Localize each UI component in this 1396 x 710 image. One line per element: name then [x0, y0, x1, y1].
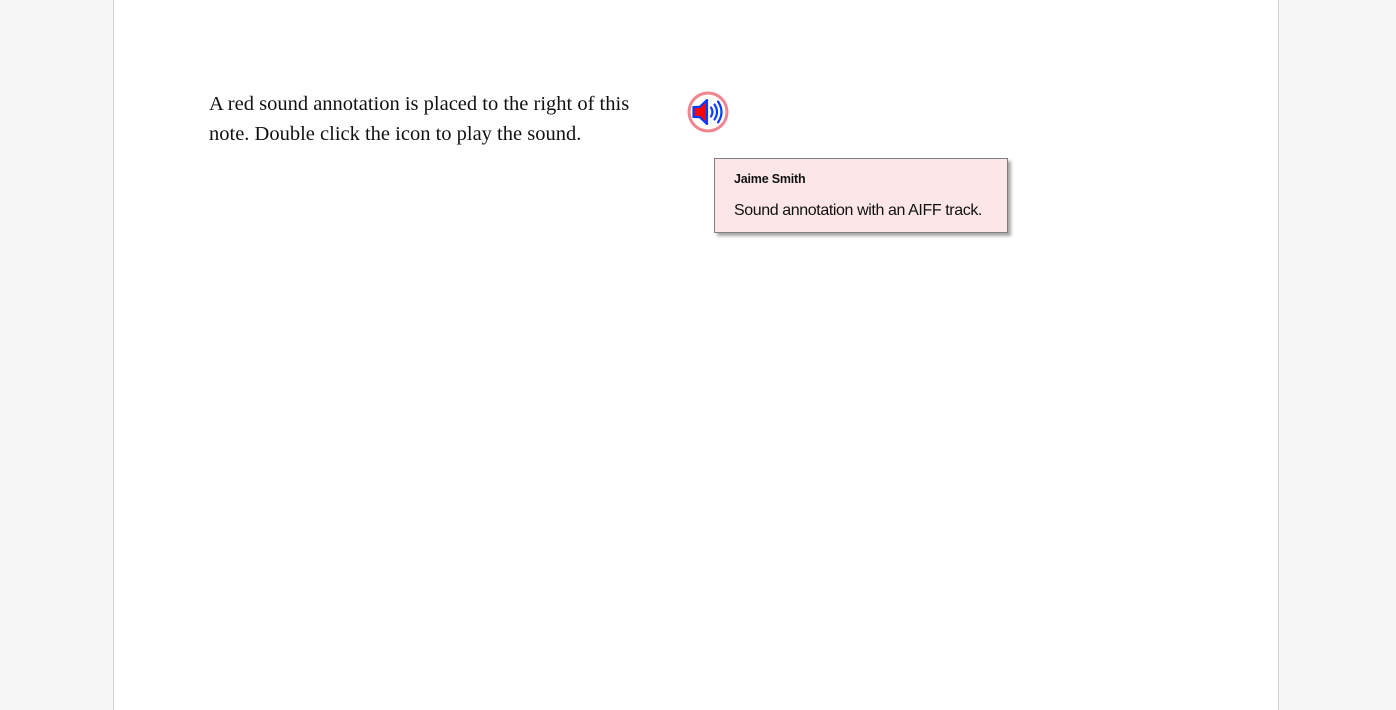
sound-annotation[interactable]: [685, 90, 731, 134]
page-body-text: A red sound annotation is placed to the …: [209, 93, 630, 145]
pdf-page: A red sound annotation is placed to the …: [113, 0, 1279, 710]
popup-contents[interactable]: Sound annotation with an AIFF track.: [734, 202, 982, 220]
speaker-icon[interactable]: [685, 90, 731, 134]
popup-author: Jaime Smith: [734, 172, 806, 186]
document-viewer: A red sound annotation is placed to the …: [0, 0, 1396, 710]
annotation-popup-note[interactable]: Jaime Smith Sound annotation with an AIF…: [714, 158, 1008, 233]
